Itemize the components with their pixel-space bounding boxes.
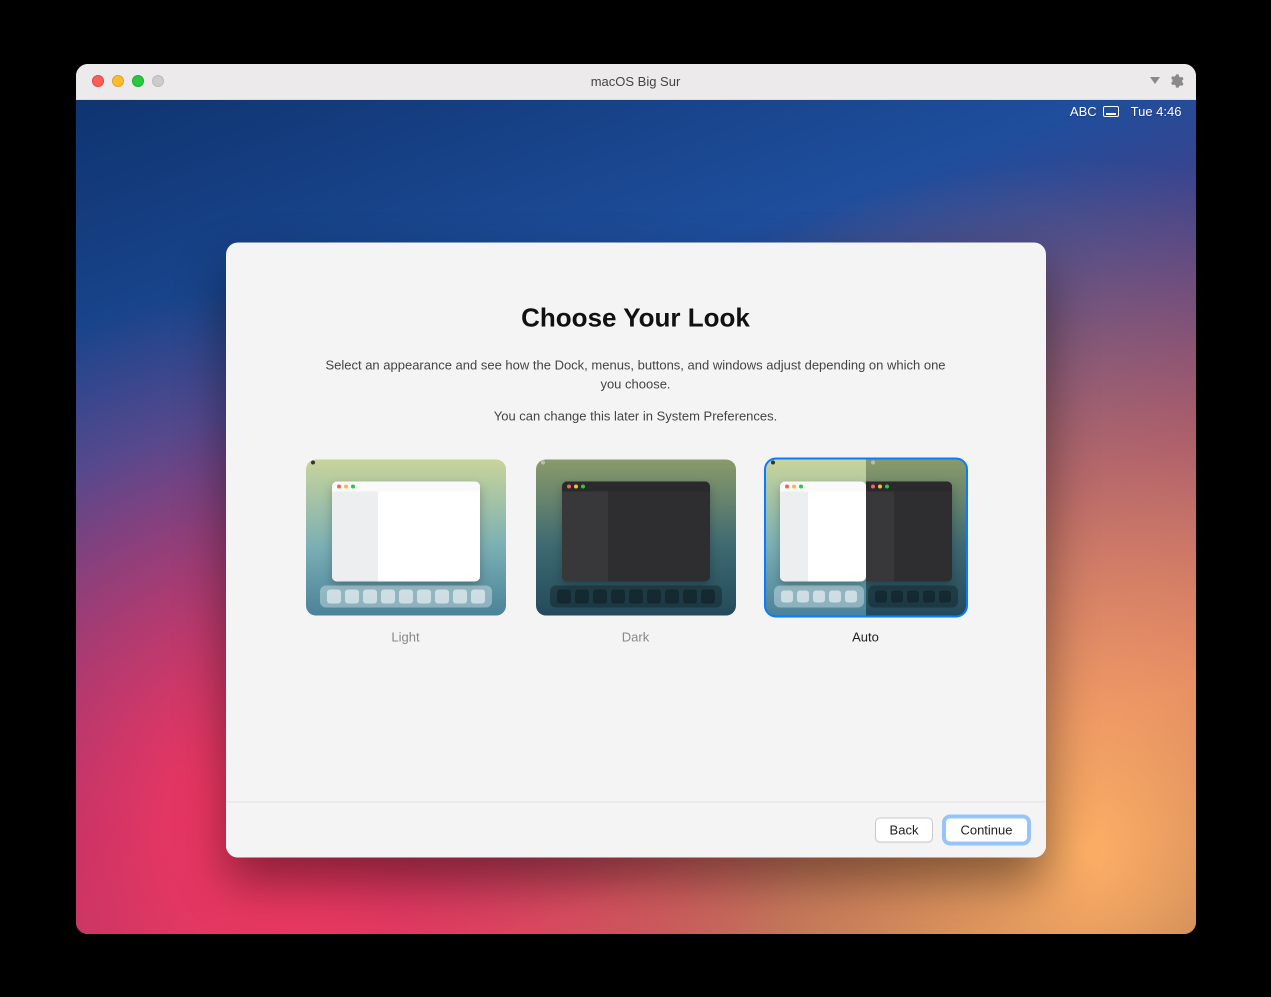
appearance-thumb-auto[interactable] [766, 459, 966, 615]
back-button[interactable]: Back [875, 817, 934, 842]
appearance-options: Light [286, 459, 986, 644]
menu-bar-clock[interactable]: Tue 4:46 [1131, 104, 1182, 119]
appearance-label-auto: Auto [761, 629, 971, 644]
appearance-label-dark: Dark [531, 629, 741, 644]
setup-assistant-dialog: Choose Your Look Select an appearance an… [226, 242, 1046, 857]
appearance-option-auto: Auto [761, 459, 971, 644]
dialog-subtext: You can change this later in System Pref… [286, 408, 986, 423]
appearance-thumb-dark[interactable] [536, 459, 736, 615]
appearance-label-light: Light [301, 629, 511, 644]
macos-desktop: ABC Tue 4:46 Choose Your Look Select an … [76, 100, 1196, 934]
appearance-thumb-light[interactable] [306, 459, 506, 615]
appearance-option-dark: Dark [531, 459, 741, 644]
continue-button[interactable]: Continue [945, 817, 1027, 842]
appearance-option-light: Light [301, 459, 511, 644]
input-source-label: ABC [1070, 104, 1097, 119]
input-source-indicator[interactable]: ABC [1070, 104, 1119, 119]
window-title: macOS Big Sur [76, 74, 1196, 89]
keyboard-icon [1103, 106, 1119, 117]
host-title-bar: macOS Big Sur [76, 64, 1196, 100]
dialog-footer: Back Continue [226, 801, 1046, 857]
vm-window: macOS Big Sur ABC Tue 4:46 Choose Your L… [76, 64, 1196, 934]
dialog-body: Choose Your Look Select an appearance an… [226, 242, 1046, 801]
macos-menu-bar: ABC Tue 4:46 [76, 100, 1196, 124]
dialog-description: Select an appearance and see how the Doc… [316, 355, 956, 394]
dialog-heading: Choose Your Look [286, 302, 986, 333]
